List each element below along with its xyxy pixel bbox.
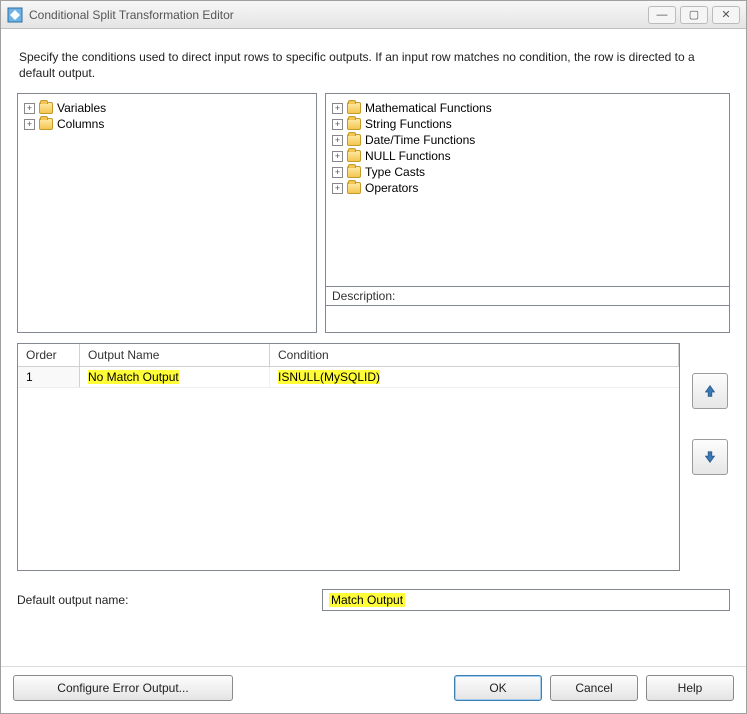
tree-label: Operators — [365, 181, 418, 195]
window-title: Conditional Split Transformation Editor — [29, 8, 642, 22]
move-up-button[interactable] — [692, 373, 728, 409]
folder-icon — [347, 134, 361, 146]
app-icon — [7, 7, 23, 23]
highlight: Match Output — [329, 593, 405, 607]
expand-icon[interactable]: + — [332, 135, 343, 146]
tree-label: Columns — [57, 117, 104, 131]
expand-icon[interactable]: + — [332, 167, 343, 178]
folder-icon — [347, 102, 361, 114]
cell-order[interactable]: 1 — [18, 367, 80, 387]
help-button[interactable]: Help — [646, 675, 734, 701]
highlight: No Match Output — [88, 370, 179, 384]
reorder-buttons — [690, 343, 730, 475]
expand-icon[interactable]: + — [332, 103, 343, 114]
col-header-condition[interactable]: Condition — [270, 344, 679, 366]
folder-icon — [347, 166, 361, 178]
conditions-grid[interactable]: Order Output Name Condition 1 No Match O… — [17, 343, 680, 571]
functions-tree[interactable]: + Mathematical Functions + String Functi… — [326, 94, 729, 286]
tree-item-math[interactable]: + Mathematical Functions — [330, 100, 725, 116]
tree-item-typecast[interactable]: + Type Casts — [330, 164, 725, 180]
description-body — [326, 306, 729, 332]
intro-text: Specify the conditions used to direct in… — [17, 43, 730, 83]
arrow-down-icon — [703, 450, 717, 464]
expand-icon[interactable]: + — [24, 119, 35, 130]
tree-label: Type Casts — [365, 165, 425, 179]
highlight: ISNULL(MySQLID) — [278, 370, 380, 384]
description-panel: Description: — [326, 286, 729, 332]
arrow-up-icon — [703, 384, 717, 398]
titlebar: Conditional Split Transformation Editor … — [1, 1, 746, 29]
tree-label: Date/Time Functions — [365, 133, 475, 147]
tree-item-variables[interactable]: + Variables — [22, 100, 312, 116]
maximize-button[interactable]: ▢ — [680, 6, 708, 24]
tree-label: Mathematical Functions — [365, 101, 492, 115]
tree-item-columns[interactable]: + Columns — [22, 116, 312, 132]
grid-header: Order Output Name Condition — [18, 344, 679, 367]
tree-label: String Functions — [365, 117, 452, 131]
folder-icon — [39, 118, 53, 130]
col-header-output-name[interactable]: Output Name — [80, 344, 270, 366]
tree-label: NULL Functions — [365, 149, 451, 163]
default-output-label: Default output name: — [17, 593, 312, 607]
tree-panes: + Variables + Columns + — [17, 93, 730, 333]
grid-row[interactable]: 1 No Match Output ISNULL(MySQLID) — [18, 367, 679, 388]
folder-icon — [347, 118, 361, 130]
cancel-button[interactable]: Cancel — [550, 675, 638, 701]
tree-label: Variables — [57, 101, 106, 115]
tree-item-operators[interactable]: + Operators — [330, 180, 725, 196]
cell-condition[interactable]: ISNULL(MySQLID) — [270, 367, 679, 387]
minimize-button[interactable]: — — [648, 6, 676, 24]
button-bar: Configure Error Output... OK Cancel Help — [1, 666, 746, 713]
default-output-input[interactable]: Match Output — [322, 589, 730, 611]
tree-item-string[interactable]: + String Functions — [330, 116, 725, 132]
tree-item-null[interactable]: + NULL Functions — [330, 148, 725, 164]
cell-output-name[interactable]: No Match Output — [80, 367, 270, 387]
conditions-grid-area: Order Output Name Condition 1 No Match O… — [17, 343, 730, 571]
default-output-row: Default output name: Match Output — [17, 589, 730, 611]
close-button[interactable]: ✕ — [712, 6, 740, 24]
ok-button[interactable]: OK — [454, 675, 542, 701]
description-label: Description: — [326, 287, 729, 306]
functions-tree-panel: + Mathematical Functions + String Functi… — [325, 93, 730, 333]
dialog-window: Conditional Split Transformation Editor … — [0, 0, 747, 714]
expand-icon[interactable]: + — [24, 103, 35, 114]
move-down-button[interactable] — [692, 439, 728, 475]
expand-icon[interactable]: + — [332, 119, 343, 130]
folder-icon — [347, 150, 361, 162]
expand-icon[interactable]: + — [332, 151, 343, 162]
window-buttons: — ▢ ✕ — [648, 6, 740, 24]
expand-icon[interactable]: + — [332, 183, 343, 194]
content-area: Specify the conditions used to direct in… — [1, 29, 746, 666]
folder-icon — [39, 102, 53, 114]
folder-icon — [347, 182, 361, 194]
configure-error-output-button[interactable]: Configure Error Output... — [13, 675, 233, 701]
variables-columns-tree[interactable]: + Variables + Columns — [17, 93, 317, 333]
col-header-order[interactable]: Order — [18, 344, 80, 366]
tree-item-datetime[interactable]: + Date/Time Functions — [330, 132, 725, 148]
